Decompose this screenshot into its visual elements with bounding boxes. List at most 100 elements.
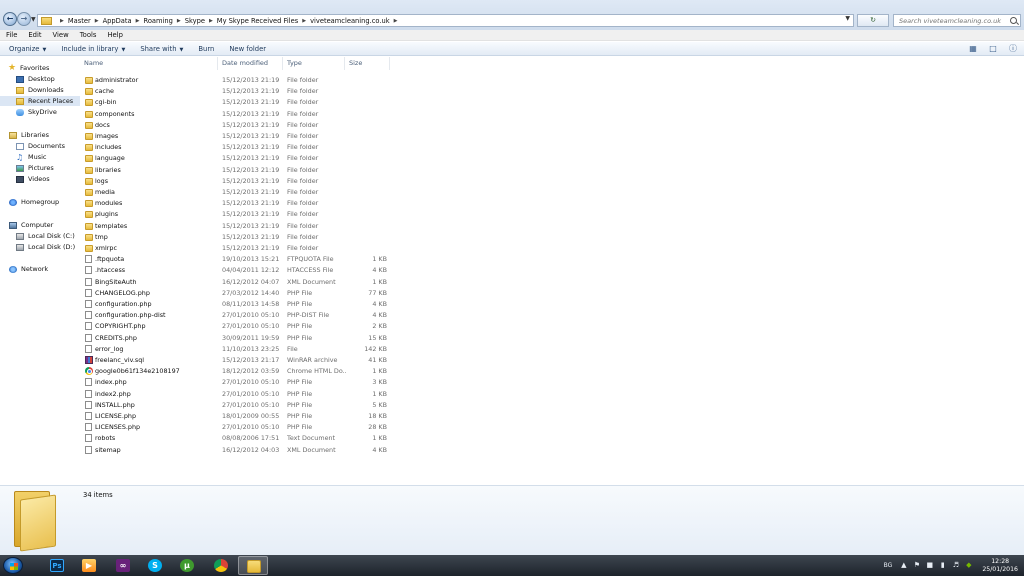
nav-network[interactable]: Network: [0, 264, 80, 274]
clock[interactable]: 12:28 25/01/2016: [982, 558, 1018, 574]
file-row[interactable]: language 15/12/2013 21:19 File folder: [80, 153, 1024, 164]
file-row[interactable]: modules 15/12/2013 21:19 File folder: [80, 198, 1024, 209]
breadcrumb-separator[interactable]: ▶: [177, 18, 181, 24]
column-header-name[interactable]: Name: [80, 57, 218, 70]
column-header-date[interactable]: Date modified: [218, 57, 283, 70]
file-row[interactable]: cgi-bin 15/12/2013 21:19 File folder: [80, 97, 1024, 108]
file-row[interactable]: .htaccess 04/04/2011 12:12 HTACCESS File 4 …: [80, 265, 1024, 276]
flag-icon[interactable]: ⚑: [913, 562, 920, 569]
burn-button[interactable]: Burn: [198, 45, 214, 53]
file-row[interactable]: docs 15/12/2013 21:19 File folder: [80, 120, 1024, 131]
breadcrumb-separator[interactable]: ▶: [95, 18, 99, 24]
file-row[interactable]: .ftpquota 19/10/2013 15:21 FTPQUOTA File 1 …: [80, 254, 1024, 265]
nav-libraries[interactable]: Libraries: [0, 130, 80, 140]
taskbar-visual-studio[interactable]: ∞: [108, 556, 138, 575]
breadcrumb-separator[interactable]: ▶: [209, 18, 213, 24]
change-view-icon[interactable]: ▦: [966, 44, 980, 54]
nav-pictures[interactable]: Pictures: [0, 163, 80, 173]
start-button[interactable]: [3, 557, 23, 574]
taskbar-explorer[interactable]: [238, 556, 268, 575]
search-box[interactable]: [893, 14, 1021, 27]
file-row[interactable]: INSTALL.php 27/01/2010 05:10 PHP File 5 KB: [80, 400, 1024, 411]
file-row[interactable]: google0b61f134e2108197 18/12/2012 03:59 Ch…: [80, 366, 1024, 377]
breadcrumb-skype[interactable]: Skype: [185, 17, 205, 25]
file-row[interactable]: freelanc_viv.sql 15/12/2013 21:17 WinRAR a…: [80, 355, 1024, 366]
nvidia-icon[interactable]: ◆: [965, 562, 972, 569]
file-row[interactable]: xmlrpc 15/12/2013 21:19 File folder: [80, 243, 1024, 254]
file-row[interactable]: LICENSES.php 27/01/2010 05:10 PHP File 28 K…: [80, 422, 1024, 433]
file-row[interactable]: configuration.php 08/11/2013 14:58 PHP Fil…: [80, 299, 1024, 310]
nav-music[interactable]: ♫ Music: [0, 152, 80, 162]
taskbar-skype[interactable]: S: [140, 556, 170, 575]
file-row[interactable]: media 15/12/2013 21:19 File folder: [80, 187, 1024, 198]
file-row[interactable]: LICENSE.php 18/01/2009 00:55 PHP File 18 KB: [80, 411, 1024, 422]
file-row[interactable]: error_log 11/10/2013 23:25 File 142 KB: [80, 344, 1024, 355]
file-row[interactable]: index.php 27/01/2010 05:10 PHP File 3 KB: [80, 377, 1024, 388]
file-row[interactable]: logs 15/12/2013 21:19 File folder: [80, 176, 1024, 187]
share-with-button[interactable]: Share with ▼: [140, 45, 183, 53]
nav-skydrive[interactable]: SkyDrive: [0, 107, 80, 117]
monitor-icon[interactable]: ■: [926, 562, 934, 569]
include-in-library-button[interactable]: Include in library ▼: [61, 45, 125, 53]
file-row[interactable]: components 15/12/2013 21:19 File folder: [80, 109, 1024, 120]
file-row[interactable]: sitemap 16/12/2012 04:03 XML Document 4 KB: [80, 445, 1024, 456]
menu-file[interactable]: File: [6, 31, 17, 39]
show-hidden-icons-icon[interactable]: ▲: [900, 562, 907, 569]
nav-documents[interactable]: Documents: [0, 141, 80, 151]
file-row[interactable]: COPYRIGHT.php 27/01/2010 05:10 PHP File 2 K…: [80, 321, 1024, 332]
organize-button[interactable]: Organize ▼: [9, 45, 46, 53]
taskbar-media-player[interactable]: ▶: [74, 556, 104, 575]
new-folder-button[interactable]: New folder: [229, 45, 266, 53]
menu-edit[interactable]: Edit: [28, 31, 41, 39]
search-icon[interactable]: [1010, 17, 1017, 24]
file-row[interactable]: images 15/12/2013 21:19 File folder: [80, 131, 1024, 142]
taskbar-photoshop[interactable]: Ps: [42, 556, 72, 575]
menu-help[interactable]: Help: [107, 31, 123, 39]
search-input[interactable]: [894, 15, 1006, 26]
breadcrumb-roaming[interactable]: Roaming: [143, 17, 172, 25]
file-row[interactable]: libraries 15/12/2013 21:19 File folder: [80, 165, 1024, 176]
taskbar-chrome[interactable]: [206, 556, 236, 575]
file-row[interactable]: configuration.php-dist 27/01/2010 05:10 PH…: [80, 310, 1024, 321]
nav-downloads[interactable]: Downloads: [0, 85, 80, 95]
breadcrumb-separator[interactable]: ▶: [394, 18, 398, 24]
nav-videos[interactable]: Videos: [0, 174, 80, 184]
network-signal-icon[interactable]: ▮: [939, 562, 946, 569]
column-header-size[interactable]: Size: [345, 57, 390, 70]
forward-button[interactable]: →: [17, 12, 31, 26]
file-row[interactable]: includes 15/12/2013 21:19 File folder: [80, 142, 1024, 153]
preview-pane-icon[interactable]: □: [986, 44, 1000, 54]
nav-local-disk-c[interactable]: Local Disk (C:): [0, 231, 80, 241]
file-row[interactable]: templates 15/12/2013 21:19 File folder: [80, 221, 1024, 232]
file-row[interactable]: CREDITS.php 30/09/2011 19:59 PHP File 15 KB: [80, 333, 1024, 344]
file-row[interactable]: administrator 15/12/2013 21:19 File folder: [80, 75, 1024, 86]
address-bar[interactable]: ▶ Master ▶ AppData ▶ Roaming ▶ Skype ▶ M…: [37, 14, 854, 27]
file-row[interactable]: cache 15/12/2013 21:19 File folder: [80, 86, 1024, 97]
volume-icon[interactable]: ♬: [952, 562, 959, 569]
file-row[interactable]: tmp 15/12/2013 21:19 File folder: [80, 232, 1024, 243]
recent-pages-button[interactable]: ▼: [31, 16, 36, 23]
help-icon[interactable]: ⓘ: [1006, 44, 1020, 54]
file-row[interactable]: CHANGELOG.php 27/03/2012 14:40 PHP File 77 …: [80, 288, 1024, 299]
nav-homegroup[interactable]: Homegroup: [0, 197, 80, 207]
breadcrumb-appdata[interactable]: AppData: [103, 17, 132, 25]
column-header-type[interactable]: Type: [283, 57, 345, 70]
breadcrumb-received-files[interactable]: My Skype Received Files: [217, 17, 298, 25]
address-history-dropdown[interactable]: ▼: [845, 15, 850, 22]
nav-favorites[interactable]: ★ Favorites: [8, 63, 88, 73]
file-row[interactable]: robots 08/08/2006 17:51 Text Document 1 KB: [80, 433, 1024, 444]
nav-local-disk-d[interactable]: Local Disk (D:): [0, 242, 80, 252]
file-row[interactable]: BingSiteAuth 16/12/2012 04:07 XML Document…: [80, 277, 1024, 288]
menu-tools[interactable]: Tools: [80, 31, 97, 39]
file-row[interactable]: index2.php 27/01/2010 05:10 PHP File 1 KB: [80, 389, 1024, 400]
back-button[interactable]: ←: [3, 12, 17, 26]
refresh-button[interactable]: ↻: [857, 14, 889, 27]
taskbar-utorrent[interactable]: μ: [172, 556, 202, 575]
language-indicator[interactable]: BG: [884, 562, 893, 569]
file-row[interactable]: plugins 15/12/2013 21:19 File folder: [80, 209, 1024, 220]
nav-desktop[interactable]: Desktop: [0, 74, 80, 84]
breadcrumb-separator[interactable]: ▶: [60, 18, 64, 24]
breadcrumb-master[interactable]: Master: [68, 17, 91, 25]
menu-view[interactable]: View: [53, 31, 69, 39]
nav-recent-places[interactable]: Recent Places: [0, 96, 80, 106]
